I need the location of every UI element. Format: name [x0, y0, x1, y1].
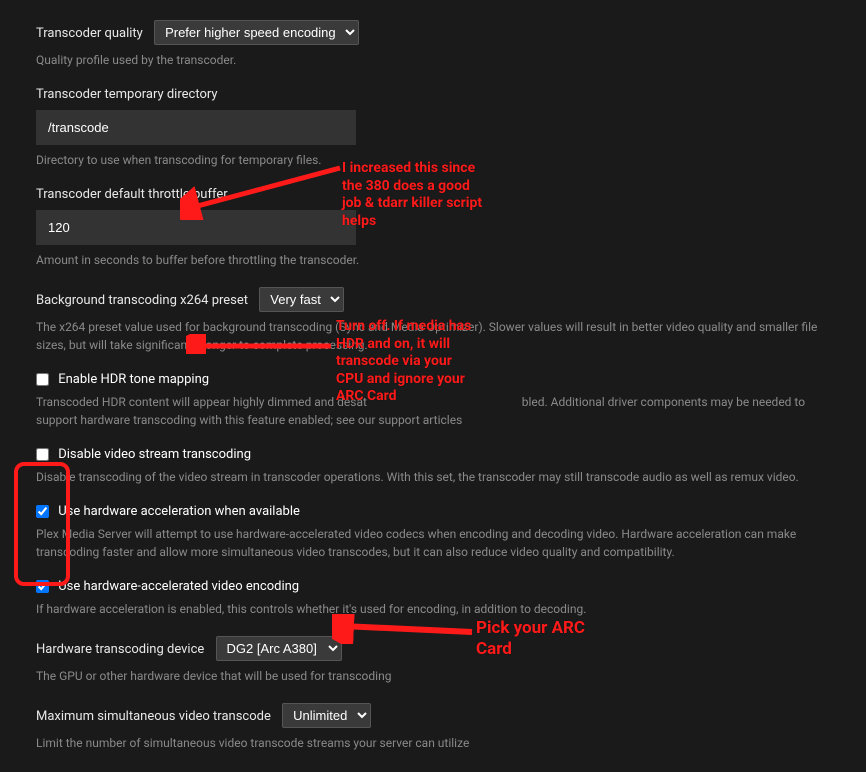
disable-video-stream-help: Disable transcoding of the video stream … — [36, 468, 830, 486]
hw-encode-checkbox[interactable] — [36, 580, 49, 593]
throttle-buffer-input[interactable] — [36, 210, 356, 245]
hw-device-help: The GPU or other hardware device that wi… — [36, 667, 830, 685]
disable-video-stream-checkbox[interactable] — [36, 448, 49, 461]
hw-device-select[interactable]: DG2 [Arc A380] — [216, 636, 342, 661]
hw-device-label: Hardware transcoding device — [36, 642, 204, 657]
x264-preset-label: Background transcoding x264 preset — [36, 293, 248, 308]
x264-preset-select[interactable]: Very fast — [259, 287, 344, 312]
hdr-tone-mapping-label: Enable HDR tone mapping — [58, 372, 209, 387]
transcoder-quality-select[interactable]: Prefer higher speed encoding — [154, 20, 359, 45]
hw-accel-label: Use hardware acceleration when available — [58, 504, 300, 519]
max-transcode-help: Limit the number of simultaneous video t… — [36, 734, 830, 752]
temp-dir-help: Directory to use when transcoding for te… — [36, 151, 830, 169]
temp-dir-input[interactable] — [36, 110, 356, 145]
hw-accel-checkbox[interactable] — [36, 505, 49, 518]
hw-encode-help: If hardware acceleration is enabled, thi… — [36, 600, 830, 618]
disable-video-stream-label: Disable video stream transcoding — [58, 447, 251, 462]
temp-dir-label: Transcoder temporary directory — [36, 87, 830, 102]
hw-encode-label: Use hardware-accelerated video encoding — [58, 579, 299, 594]
throttle-buffer-help: Amount in seconds to buffer before throt… — [36, 251, 830, 269]
transcoder-quality-label: Transcoder quality — [36, 26, 143, 41]
hw-accel-help: Plex Media Server will attempt to use ha… — [36, 525, 830, 561]
x264-preset-help: The x264 preset value used for backgroun… — [36, 318, 830, 354]
throttle-buffer-label: Transcoder default throttle buffer — [36, 187, 830, 202]
max-transcode-label: Maximum simultaneous video transcode — [36, 709, 271, 724]
hdr-tone-mapping-help: Transcoded HDR content will appear highl… — [36, 393, 830, 429]
transcoder-quality-help: Quality profile used by the transcoder. — [36, 51, 830, 69]
hdr-tone-mapping-checkbox[interactable] — [36, 373, 49, 386]
